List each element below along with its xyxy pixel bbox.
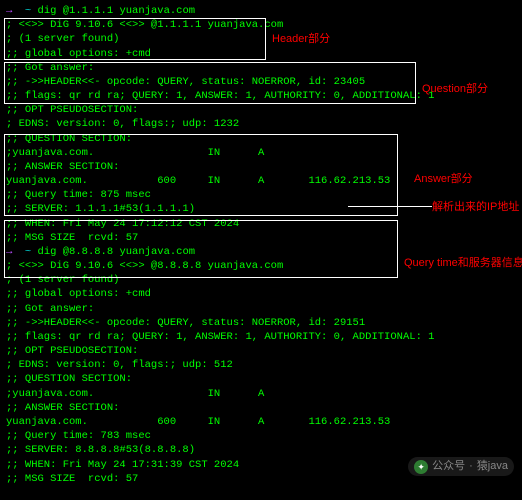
out1-l5: ;; ->>HEADER<<- opcode: QUERY, status: N… [6,75,516,89]
prompt-arrow-icon: → [6,246,12,258]
out2-l3: ;; global options: +cmd [6,287,516,301]
out1-l18: ;; WHEN: Fri May 24 17:12:12 CST 2024 [6,217,516,231]
command-2: dig @8.8.8.8 yuanjava.com [38,246,196,258]
out1-l17: ;; SERVER: 1.1.1.1#53(1.1.1.1) [6,202,516,216]
out1-l8: ;; OPT PSEUDOSECTION: [6,103,516,117]
out2-l17: ;; SERVER: 8.8.8.8#53(8.8.8.8) [6,443,516,457]
out1-l1: ; <<>> DiG 9.10.6 <<>> @1.1.1.1 yuanjava… [6,18,516,32]
out2-l10: ;; QUESTION SECTION: [6,372,516,386]
out1-l10: ;; QUESTION SECTION: [6,132,516,146]
out2-l8: ;; OPT PSEUDOSECTION: [6,344,516,358]
out2-l19: ;; MSG SIZE rcvd: 57 [6,472,516,486]
terminal: → ~ dig @1.1.1.1 yuanjava.com ; <<>> DiG… [0,0,522,490]
out2-l11: ;yuanjava.com. IN A [6,387,516,401]
prompt-line-2: → ~ dig @8.8.8.8 yuanjava.com [6,245,516,259]
out1-l19: ;; MSG SIZE rcvd: 57 [6,231,516,245]
out1-l16: ;; Query time: 875 msec [6,188,516,202]
out1-l2: ; (1 server found) [6,32,516,46]
command-1: dig @1.1.1.1 yuanjava.com [38,5,196,17]
out1-l6: ;; flags: qr rd ra; QUERY: 1, ANSWER: 1,… [6,89,516,103]
out2-l6: ;; flags: qr rd ra; QUERY: 1, ANSWER: 1,… [6,330,516,344]
out2-l2: ; (1 server found) [6,273,516,287]
out1-l11: ;yuanjava.com. IN A [6,146,516,160]
out2-l9: ; EDNS: version: 0, flags:; udp: 512 [6,358,516,372]
out1-l9: ; EDNS: version: 0, flags:; udp: 1232 [6,117,516,131]
out1-l13: ;; ANSWER SECTION: [6,160,516,174]
prompt-line-1: → ~ dig @1.1.1.1 yuanjava.com [6,4,516,18]
out1-l14: yuanjava.com. 600 IN A 116.62.213.53 [6,174,516,188]
out1-l3: ;; global options: +cmd [6,47,516,61]
out2-l16: ;; Query time: 783 msec [6,429,516,443]
out2-l13: ;; ANSWER SECTION: [6,401,516,415]
out1-l4: ;; Got answer: [6,61,516,75]
out2-l1: ; <<>> DiG 9.10.6 <<>> @8.8.8.8 yuanjava… [6,259,516,273]
out2-l4: ;; Got answer: [6,302,516,316]
prompt-arrow-icon: → [6,5,12,17]
out2-l18: ;; WHEN: Fri May 24 17:31:39 CST 2024 [6,458,516,472]
out2-l5: ;; ->>HEADER<<- opcode: QUERY, status: N… [6,316,516,330]
prompt-dir: ~ [25,246,31,258]
prompt-dir: ~ [25,5,31,17]
out2-l14: yuanjava.com. 600 IN A 116.62.213.53 [6,415,516,429]
